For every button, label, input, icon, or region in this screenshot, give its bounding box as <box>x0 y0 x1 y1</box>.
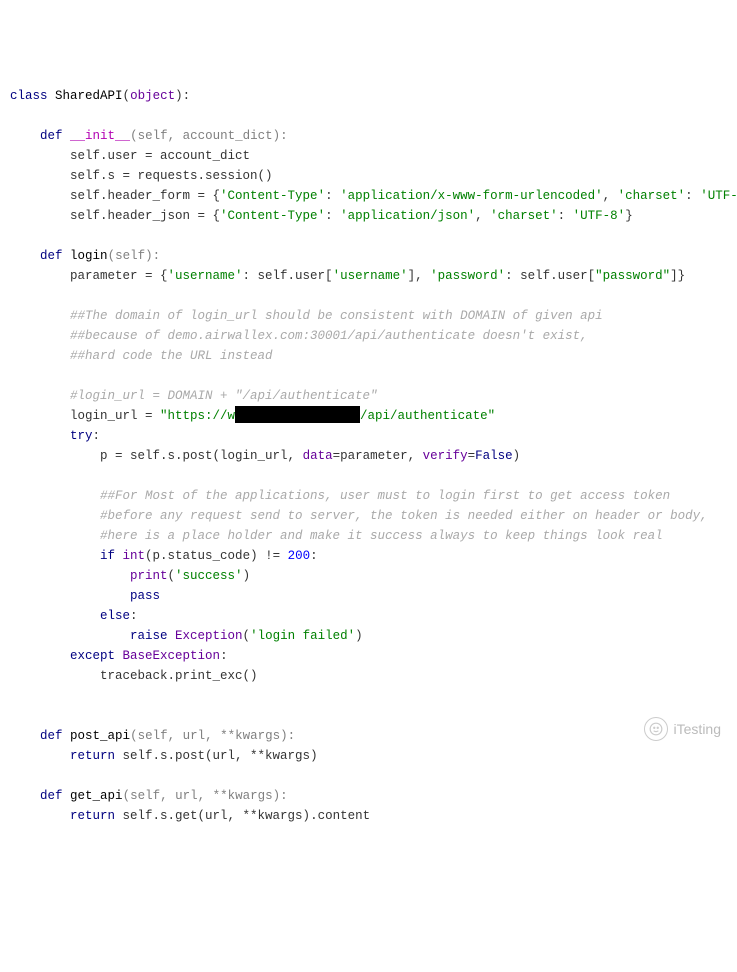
kw-def: def <box>40 129 63 143</box>
str: 'Content-Type' <box>220 209 325 223</box>
kwarg-verify: verify <box>423 449 468 463</box>
str: 'username' <box>333 269 408 283</box>
method-post-api: post_api <box>70 729 130 743</box>
kw-pass: pass <box>10 589 160 603</box>
code-block: class SharedAPI(object): def __init__(se… <box>10 86 727 826</box>
builtin-object: object <box>130 89 175 103</box>
comment: ##For Most of the applications, user mus… <box>10 489 670 503</box>
init-line1: self.user = account_dict <box>10 149 250 163</box>
colon: ): <box>175 89 190 103</box>
str: 'UTF-8' <box>573 209 626 223</box>
str: /api/authenticate" <box>360 409 495 423</box>
str: 'charset' <box>618 189 686 203</box>
kw-def: def <box>40 249 63 263</box>
watermark: iTesting <box>644 717 721 741</box>
kwarg-data: data <box>303 449 333 463</box>
builtin-baseexception: BaseException <box>115 649 220 663</box>
self: self <box>10 209 100 223</box>
kw-else: else <box>10 609 130 623</box>
redacted-block <box>235 406 360 423</box>
kw-raise: raise <box>10 629 168 643</box>
self: self <box>10 169 100 183</box>
str: 'UTF-8' <box>700 189 737 203</box>
str: 'success' <box>175 569 243 583</box>
login-params: (self): <box>108 249 161 263</box>
comment: ##because of demo.airwallex.com:30001/ap… <box>10 329 588 343</box>
init-l2: .s = requests.session() <box>100 169 273 183</box>
kw-def: def <box>40 789 63 803</box>
comment: #before any request send to server, the … <box>10 509 708 523</box>
method-init: __init__ <box>70 129 130 143</box>
method-get-api: get_api <box>70 789 123 803</box>
comment: #here is a place holder and make it succ… <box>10 529 663 543</box>
comment: ##The domain of login_url should be cons… <box>10 309 603 323</box>
str: 'Content-Type' <box>220 189 325 203</box>
class-name: SharedAPI <box>55 89 123 103</box>
method-login: login <box>70 249 108 263</box>
get-params: (self, url, **kwargs): <box>123 789 288 803</box>
kw-return: return <box>10 809 115 823</box>
kw-try: try <box>10 429 93 443</box>
str: 'application/x-www-form-urlencoded' <box>340 189 603 203</box>
kw-if: if <box>10 549 115 563</box>
post-params: (self, url, **kwargs): <box>130 729 295 743</box>
str: "https://w <box>160 409 235 423</box>
traceback-line: traceback.print_exc() <box>10 669 258 683</box>
watermark-text: iTesting <box>674 719 721 739</box>
builtin-exception: Exception <box>168 629 243 643</box>
str: 'username' <box>168 269 243 283</box>
str: 'password' <box>430 269 505 283</box>
comment: #login_url = DOMAIN + "/api/authenticate… <box>10 389 378 403</box>
str: 'charset' <box>490 209 558 223</box>
kw-def: def <box>40 729 63 743</box>
kw-except: except <box>10 649 115 663</box>
t: .header_form = { <box>100 189 220 203</box>
kw-return: return <box>10 749 115 763</box>
builtin-int: int <box>115 549 145 563</box>
str: "password" <box>595 269 670 283</box>
comment: ##hard code the URL instead <box>10 349 273 363</box>
const-false: False <box>475 449 513 463</box>
str: 'login failed' <box>250 629 355 643</box>
self: self <box>10 189 100 203</box>
kw-class: class <box>10 89 48 103</box>
str: 'application/json' <box>340 209 475 223</box>
num-200: 200 <box>288 549 311 563</box>
init-params: (self, account_dict): <box>130 129 288 143</box>
builtin-print: print <box>10 569 168 583</box>
watermark-icon <box>644 717 668 741</box>
